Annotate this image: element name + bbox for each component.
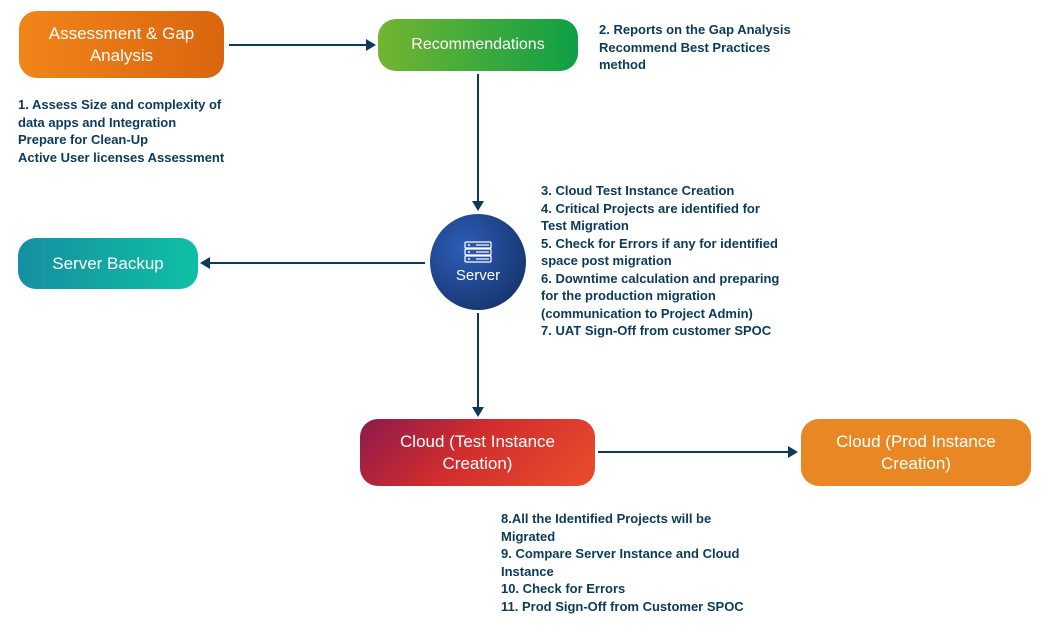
arrow-reco-to-server (477, 74, 479, 201)
node-server-backup: Server Backup (18, 238, 198, 289)
note-2: 2. Reports on the Gap Analysis Recommend… (599, 21, 829, 74)
node-assessment: Assessment & Gap Analysis (19, 11, 224, 78)
node-server: Server (430, 214, 526, 310)
arrow-assess-to-reco-head (366, 39, 376, 51)
node-recommendations: Recommendations (378, 19, 578, 71)
node-recommendations-label: Recommendations (411, 35, 544, 55)
node-cloud-test: Cloud (Test Instance Creation) (360, 419, 595, 486)
node-cloud-test-label: Cloud (Test Instance Creation) (374, 431, 581, 474)
node-server-label: Server (456, 267, 500, 284)
arrow-server-to-cloudtest-head (472, 407, 484, 417)
node-server-backup-label: Server Backup (52, 253, 164, 274)
node-assessment-label: Assessment & Gap Analysis (33, 23, 210, 66)
server-icon (464, 241, 492, 263)
note-1: 1. Assess Size and complexity of data ap… (18, 96, 258, 166)
node-cloud-prod: Cloud (Prod Instance Creation) (801, 419, 1031, 486)
arrow-server-to-cloudtest (477, 313, 479, 407)
note-4: 8.All the Identified Projects will be Mi… (501, 510, 781, 615)
diagram-canvas: Assessment & Gap Analysis Recommendation… (0, 0, 1042, 625)
node-cloud-prod-label: Cloud (Prod Instance Creation) (815, 431, 1017, 474)
arrow-reco-to-server-head (472, 201, 484, 211)
arrow-server-to-backup (210, 262, 425, 264)
note-3: 3. Cloud Test Instance Creation 4. Criti… (541, 182, 811, 340)
arrow-server-to-backup-head (200, 257, 210, 269)
arrow-cloudtest-to-cloudprod-head (788, 446, 798, 458)
arrow-cloudtest-to-cloudprod (598, 451, 788, 453)
arrow-assess-to-reco (229, 44, 366, 46)
